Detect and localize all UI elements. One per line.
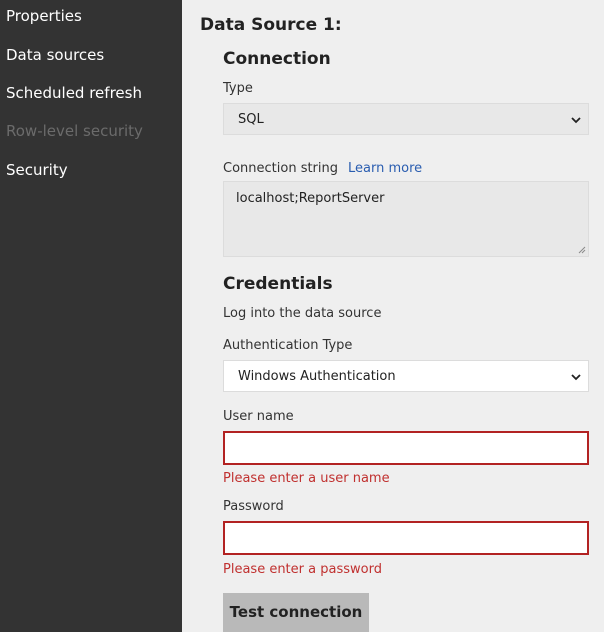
auth-type-label: Authentication Type	[223, 338, 353, 353]
connection-string-label-row: Connection string Learn more	[223, 161, 422, 176]
page-title: Data Source 1:	[200, 15, 342, 35]
username-label: User name	[223, 409, 294, 424]
type-label: Type	[223, 81, 253, 96]
connection-string-textarea[interactable]: localhost;ReportServer	[223, 181, 589, 257]
type-select-value: SQL	[238, 112, 264, 127]
connection-string-label: Connection string	[223, 161, 339, 176]
sidebar-item-scheduled-refresh[interactable]: Scheduled refresh	[6, 84, 142, 102]
password-input[interactable]	[223, 521, 589, 555]
password-error: Please enter a password	[223, 562, 382, 577]
chevron-down-icon	[571, 374, 581, 381]
sidebar-item-security[interactable]: Security	[6, 161, 68, 179]
username-error: Please enter a user name	[223, 471, 390, 486]
connection-heading: Connection	[223, 49, 331, 69]
sidebar-item-properties[interactable]: Properties	[6, 7, 82, 25]
chevron-down-icon	[571, 117, 581, 124]
sidebar-item-data-sources[interactable]: Data sources	[6, 46, 104, 64]
sidebar: Properties Data sources Scheduled refres…	[0, 0, 182, 632]
credentials-subtext: Log into the data source	[223, 306, 382, 321]
type-select[interactable]: SQL	[223, 103, 589, 135]
test-connection-button[interactable]: Test connection	[223, 593, 369, 632]
report-settings-window: Properties Data sources Scheduled refres…	[0, 0, 604, 632]
auth-type-select[interactable]: Windows Authentication	[223, 360, 589, 392]
password-label: Password	[223, 499, 284, 514]
main-panel: Data Source 1: Connection Type SQL Conne…	[182, 0, 604, 632]
credentials-heading: Credentials	[223, 274, 333, 294]
username-input[interactable]	[223, 431, 589, 465]
connection-string-value: localhost;ReportServer	[236, 191, 385, 206]
learn-more-link[interactable]: Learn more	[348, 161, 422, 176]
resize-grip-icon[interactable]	[577, 245, 586, 254]
auth-type-select-value: Windows Authentication	[238, 369, 396, 384]
sidebar-item-row-level-security: Row-level security	[6, 122, 143, 140]
